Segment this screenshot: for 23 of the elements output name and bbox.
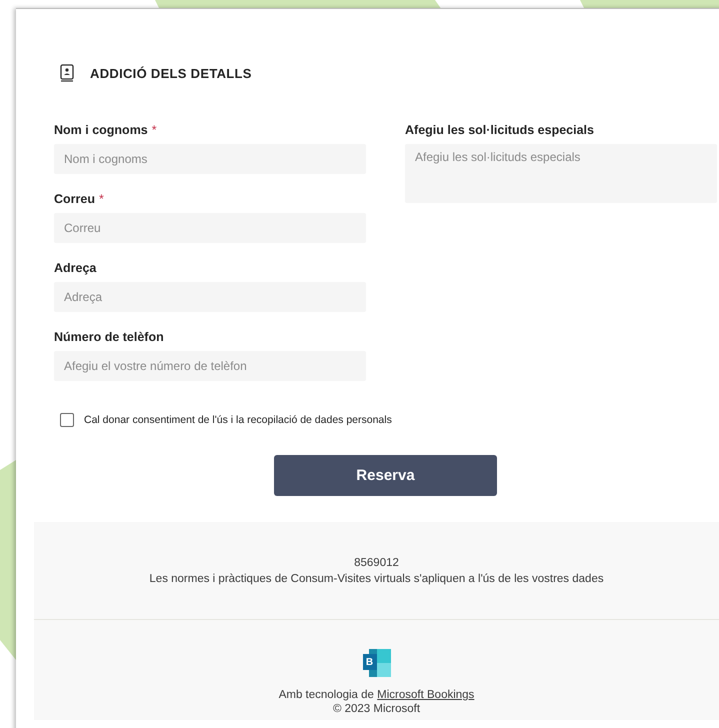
input-field[interactable]: Adreça — [54, 282, 366, 312]
field-label: Adreça — [54, 261, 96, 275]
input-field[interactable]: Correu — [54, 213, 366, 243]
bookings-link[interactable]: Microsoft Bookings — [377, 689, 474, 701]
input-field[interactable]: Nom i cognoms — [54, 144, 366, 174]
business-code: 8569012 — [354, 556, 399, 568]
policy-text: Les normes i pràctiques de Consum-Visites virtuals s'apliquen a l'ús de les vostres dades — [149, 572, 604, 584]
copyright-text: © 2023 Microsoft — [332, 703, 420, 715]
input-field[interactable]: Afegiu el vostre número de telèfon — [54, 351, 366, 381]
consent-checkbox[interactable] — [60, 413, 74, 427]
book-button[interactable]: Reserva — [274, 455, 497, 496]
section-title: ADDICIÓ DELS DETALLS — [90, 66, 252, 80]
required-asterisk: * — [152, 123, 157, 137]
contact-book-icon — [60, 64, 74, 82]
field-label: Afegiu les sol·licituds especials — [405, 123, 594, 137]
requests-field[interactable]: Afegiu les sol·licituds especials — [405, 144, 717, 203]
field-label: Correu — [54, 192, 95, 206]
powered-by-text: Amb tecnologia de — [278, 689, 374, 701]
field-label: Número de telèfon — [54, 330, 164, 344]
field-label: Nom i cognoms — [54, 123, 148, 137]
required-asterisk: * — [98, 192, 104, 206]
bookings-logo: B — [360, 649, 392, 677]
consent-label: Cal donar consentiment de l'ús i la recopilació de dades personals — [84, 414, 392, 426]
